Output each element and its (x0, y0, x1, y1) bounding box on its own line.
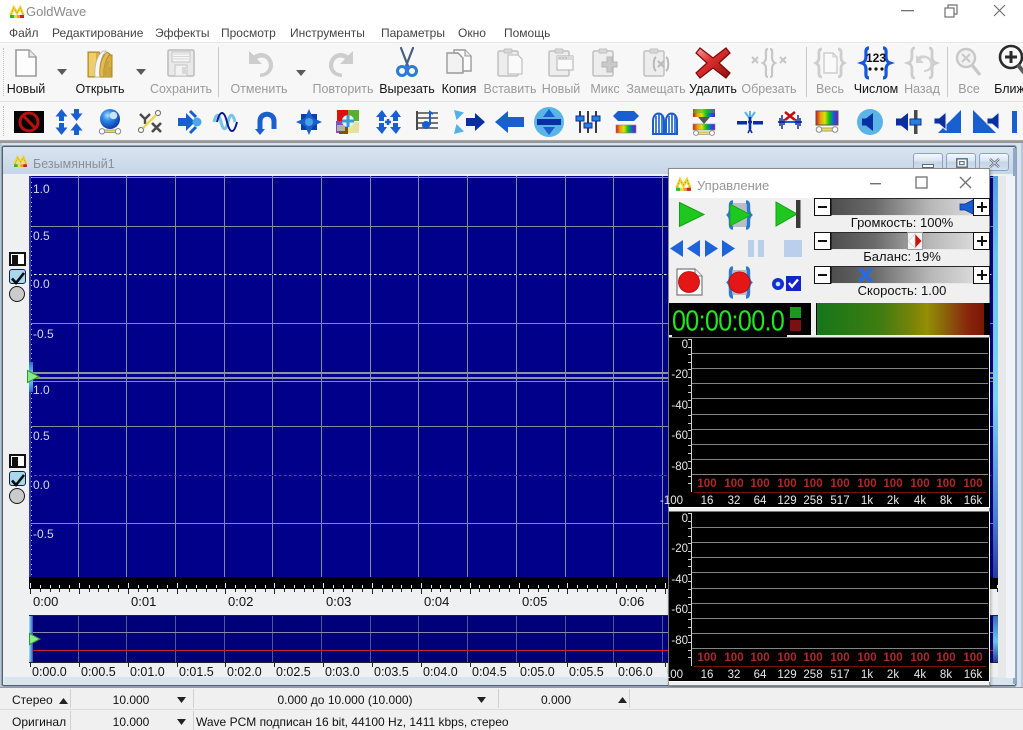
svg-text:123: 123 (866, 51, 886, 65)
